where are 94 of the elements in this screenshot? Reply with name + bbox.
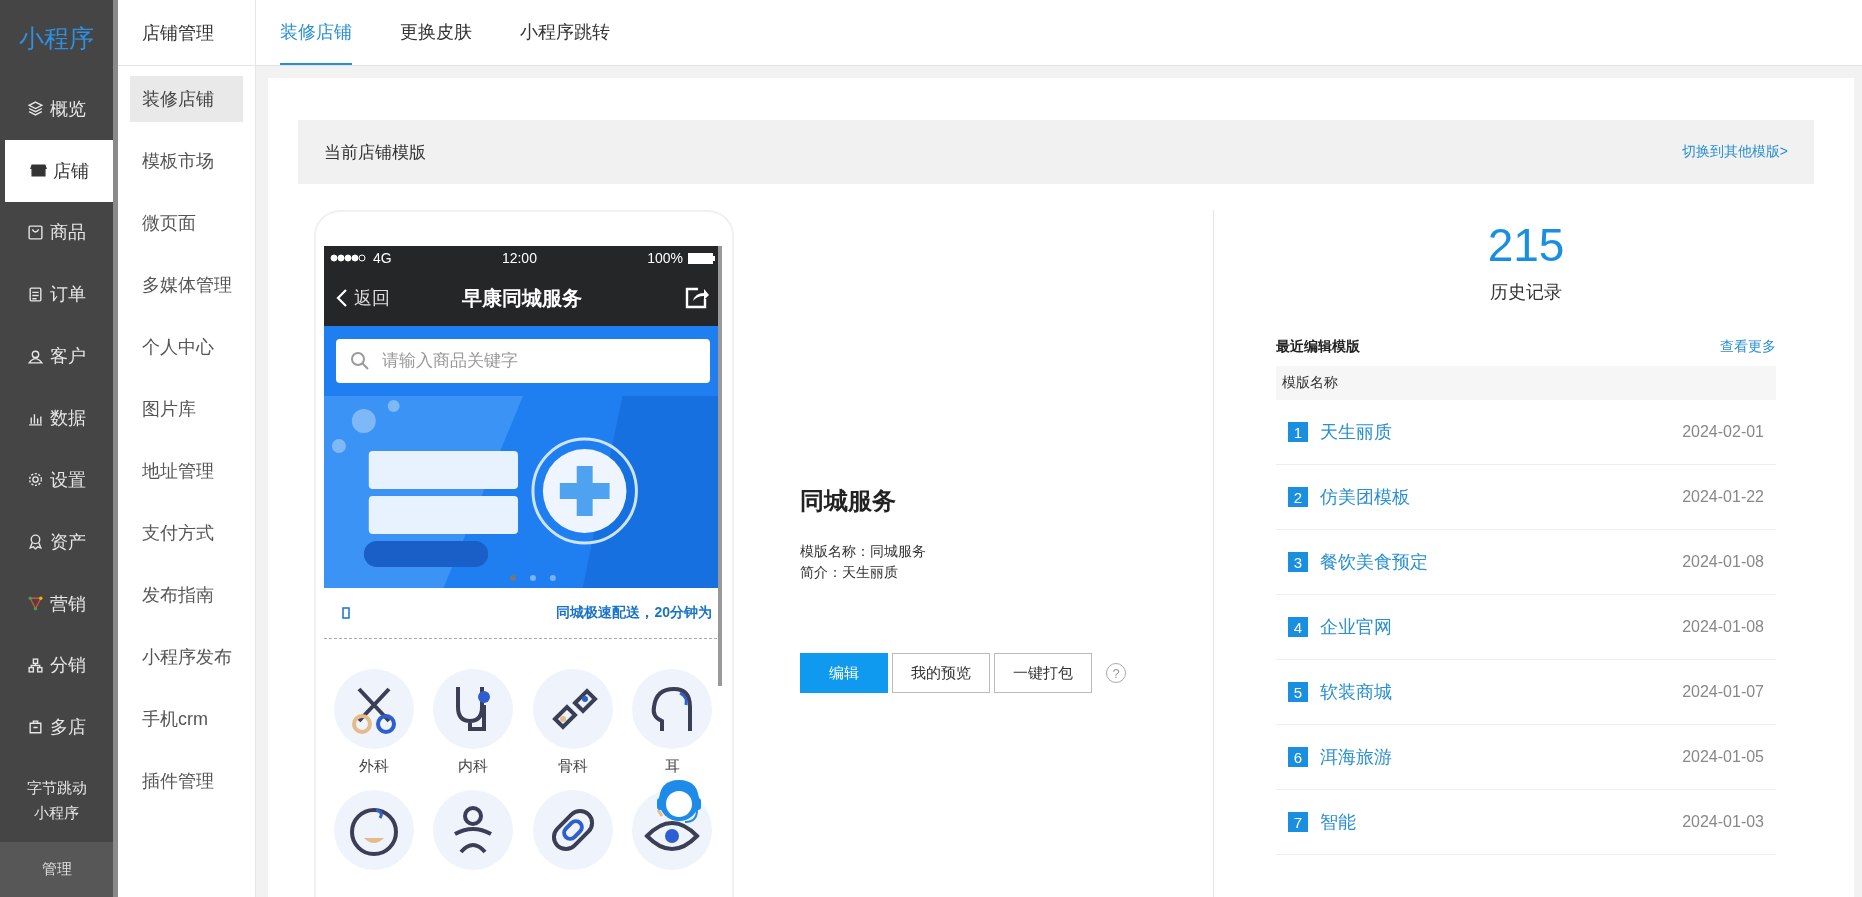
bag-icon <box>27 223 44 241</box>
view-more-link[interactable]: 查看更多 <box>1720 338 1776 356</box>
nav-item[interactable]: 微页面 <box>130 200 243 246</box>
header-title: 当前店铺模版 <box>324 141 426 164</box>
category-item[interactable]: 骨科 <box>532 669 613 776</box>
template-name: 同城服务 <box>800 486 897 516</box>
rank-badge: 1 <box>1288 422 1308 442</box>
template-link[interactable]: 餐饮美食预定 <box>1320 550 1683 574</box>
template-link[interactable]: 仿美团模板 <box>1320 485 1683 509</box>
action-button[interactable]: 我的预览 <box>892 653 990 693</box>
sidebar-item[interactable]: 数据 <box>0 387 113 449</box>
recent-title: 最近编辑模版 <box>1276 338 1360 356</box>
chevron-left-icon <box>336 288 348 308</box>
sidebar-item[interactable]: 商品 <box>0 201 113 264</box>
nav-item[interactable]: 图片库 <box>130 386 243 432</box>
history-count: 215 <box>1486 218 1566 272</box>
sidebar-item[interactable]: 店铺 <box>5 139 113 202</box>
rank-badge: 4 <box>1288 617 1308 637</box>
sidebar-item[interactable]: 营销 <box>0 572 113 635</box>
template-link[interactable]: 软装商城 <box>1320 680 1683 704</box>
sidebar-item[interactable]: 客户 <box>0 325 113 388</box>
edit-date: 2024-01-08 <box>1682 553 1764 571</box>
medal-icon <box>27 533 44 551</box>
history-label: 历史记录 <box>1489 281 1563 304</box>
manage-button[interactable]: 管理 <box>0 842 113 897</box>
edit-date: 2024-01-07 <box>1682 683 1764 701</box>
head-icon <box>632 669 713 749</box>
rank-badge: 5 <box>1288 682 1308 702</box>
nav-item[interactable]: 个人中心 <box>130 324 243 370</box>
search-field[interactable]: 请输入商品关键字 <box>336 339 710 383</box>
nav-item[interactable]: 手机crm <box>130 696 243 742</box>
category-item[interactable]: 外科 <box>333 669 414 776</box>
sidebar-item[interactable]: 订单 <box>0 263 113 326</box>
template-info: 模版名称：同城服务 <box>800 542 927 561</box>
edit-date: 2024-01-05 <box>1682 748 1764 766</box>
sidebar-item[interactable]: 概览 <box>0 77 113 140</box>
notice-icon <box>342 607 350 619</box>
category-item[interactable]: 内科 <box>433 669 514 776</box>
nav-item[interactable]: 地址管理 <box>130 448 243 494</box>
tab[interactable]: 小程序跳转 <box>520 0 610 65</box>
nav-item[interactable]: 装修店铺 <box>130 76 243 122</box>
battery-label: 100% <box>647 250 683 266</box>
bandage-icon[interactable] <box>532 790 613 870</box>
rank-badge: 2 <box>1288 487 1308 507</box>
app-logo: 小程序 <box>18 23 95 55</box>
edit-date: 2024-01-08 <box>1682 618 1764 636</box>
clock: 12:00 <box>501 250 537 266</box>
nav-item[interactable]: 多媒体管理 <box>130 262 243 308</box>
layers-icon <box>27 100 44 118</box>
edit-date: 2024-02-01 <box>1682 423 1764 441</box>
template-link[interactable]: 企业官网 <box>1320 615 1683 639</box>
user-icon <box>27 347 44 365</box>
column-header: 模版名称 <box>1276 366 1776 400</box>
rank-badge: 7 <box>1288 812 1308 832</box>
tab[interactable]: 装修店铺 <box>280 0 352 65</box>
clipboard-icon <box>27 285 44 303</box>
nav-item[interactable]: 支付方式 <box>130 510 243 556</box>
hierarchy-icon <box>27 657 44 674</box>
bone-icon <box>532 669 613 749</box>
action-button[interactable]: 一键打包 <box>994 653 1092 693</box>
edit-date: 2024-01-22 <box>1682 488 1764 506</box>
section-title: 店铺管理 <box>118 0 255 66</box>
sidebar-item[interactable]: 字节跳动小程序 <box>0 758 113 843</box>
page-title: 早康同城服务 <box>462 285 582 311</box>
template-info: 简介：天生丽质 <box>800 563 899 582</box>
template-link[interactable]: 智能 <box>1320 810 1683 834</box>
signal-icon <box>330 254 368 262</box>
stethoscope-icon <box>433 669 514 749</box>
nav-item[interactable]: 模板市场 <box>130 138 243 184</box>
share-icon[interactable] <box>684 286 710 310</box>
sidebar-item[interactable]: 分销 <box>0 634 113 697</box>
rank-badge: 6 <box>1288 747 1308 767</box>
nav-item[interactable]: 小程序发布 <box>130 634 243 680</box>
sidebar-item[interactable]: 多店 <box>0 696 113 759</box>
tab[interactable]: 更换皮肤 <box>400 0 472 65</box>
edit-date: 2024-01-03 <box>1682 813 1764 831</box>
settings-icon <box>27 471 44 489</box>
nav-item[interactable]: 发布指南 <box>130 572 243 618</box>
back-button[interactable]: 返回 <box>336 286 390 310</box>
figure-icon[interactable] <box>433 790 514 870</box>
category-item[interactable]: 耳 <box>632 669 713 776</box>
nodes-icon <box>27 595 44 613</box>
sidebar-item[interactable]: 资产 <box>0 510 113 573</box>
notice-text: 同城极速配送，20分钟为 <box>556 604 712 622</box>
nav-item[interactable]: 插件管理 <box>130 758 243 804</box>
baby-face-icon[interactable] <box>333 790 414 870</box>
template-link[interactable]: 天生丽质 <box>1320 420 1683 444</box>
search-icon <box>350 351 370 371</box>
scissors-icon <box>333 669 414 749</box>
rank-badge: 3 <box>1288 552 1308 572</box>
template-link[interactable]: 洱海旅游 <box>1320 745 1683 769</box>
sidebar-item[interactable]: 设置 <box>0 449 113 511</box>
network-label: 4G <box>373 250 392 266</box>
battery-icon <box>688 252 716 264</box>
